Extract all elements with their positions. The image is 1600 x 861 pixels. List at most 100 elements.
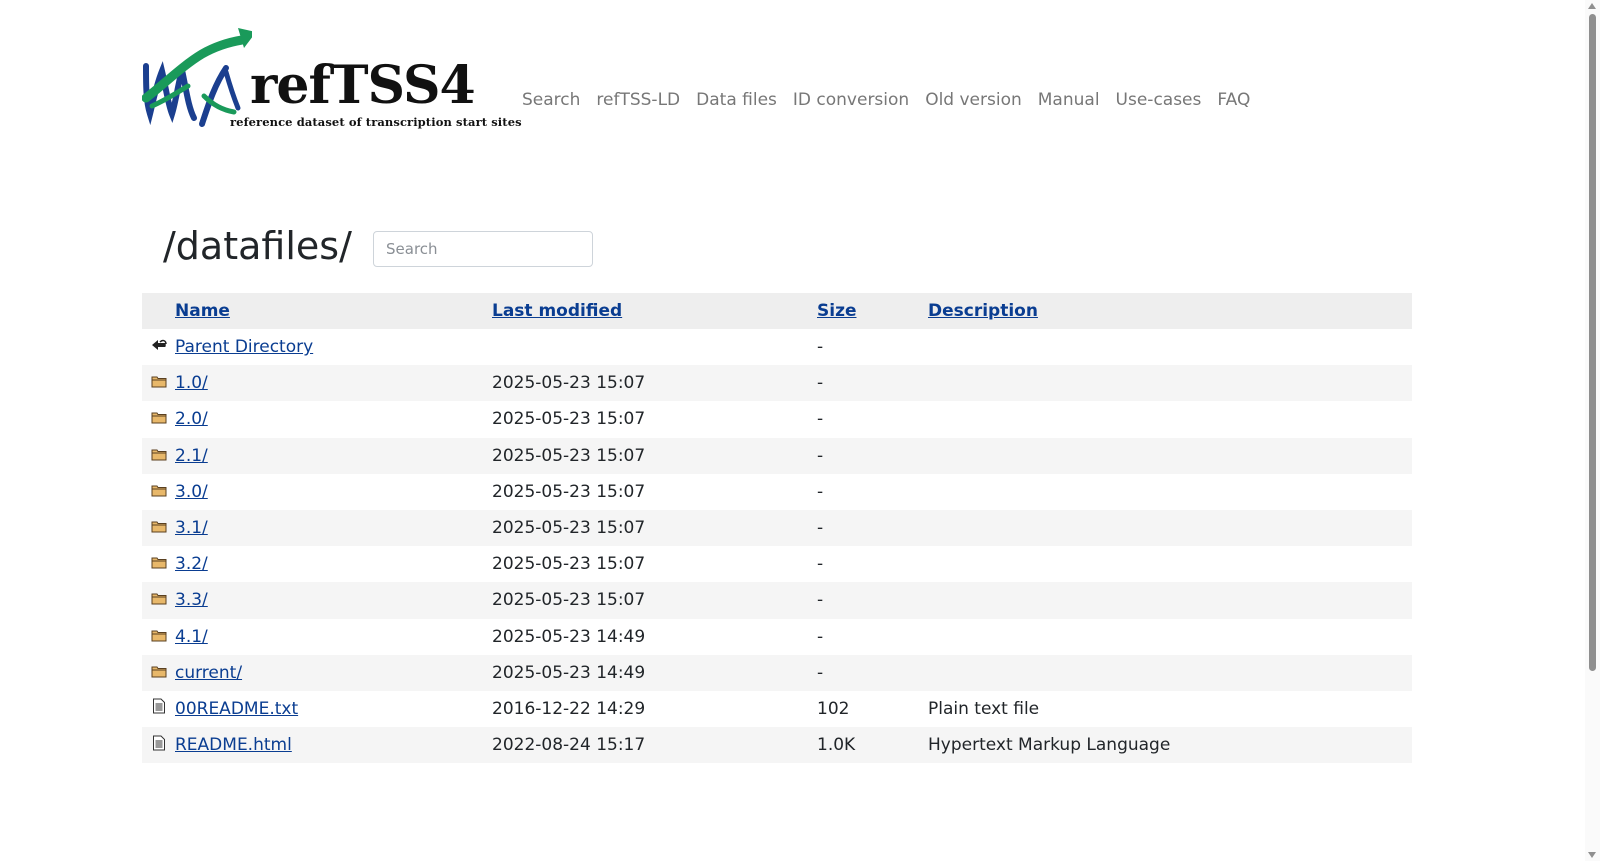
description-column-header[interactable]: Description (928, 293, 1412, 329)
icon-cell (142, 437, 175, 474)
modified-cell: 2025-05-23 15:07 (492, 365, 817, 402)
file-link[interactable]: 3.1/ (175, 518, 208, 538)
file-link[interactable]: 3.3/ (175, 590, 208, 610)
size-cell: - (817, 509, 928, 547)
scroll-up-arrow-icon[interactable] (1588, 3, 1596, 9)
modified-cell: 2025-05-23 15:07 (492, 409, 646, 430)
description-cell (928, 654, 1412, 691)
page-title: /datafiles/ (163, 224, 352, 268)
file-link[interactable]: 2.0/ (175, 409, 208, 429)
size-cell: - (817, 337, 824, 358)
file-link[interactable]: Parent Directory (175, 337, 313, 357)
description-cell (928, 329, 1412, 365)
table-header-row: Name Last modified Size Description (142, 293, 1412, 329)
table-row: 2.1/2025-05-23 15:07- (142, 437, 1412, 474)
scroll-thumb[interactable] (1589, 14, 1596, 671)
description-cell (928, 474, 1412, 510)
sort-by-description-link[interactable]: Description (928, 301, 1038, 321)
size-cell: - (817, 365, 928, 402)
text-file-icon (152, 698, 166, 719)
reftss4-logo[interactable]: refTSS4 reference dataset of transcripti… (142, 26, 522, 134)
nav-link-manual[interactable]: Manual (1038, 90, 1100, 110)
nav-link-data-files[interactable]: Data files (696, 90, 777, 110)
logo-subtitle: reference dataset of transcription start… (230, 115, 522, 129)
search-input[interactable] (373, 231, 593, 267)
file-link[interactable]: 3.0/ (175, 482, 208, 502)
nav-link-reftss-ld[interactable]: refTSS-LD (596, 90, 680, 110)
file-link[interactable]: 2.1/ (175, 446, 208, 466)
icon-cell (142, 329, 175, 365)
description-cell: Plain text file (928, 698, 1040, 719)
size-cell: 1.0K (817, 727, 928, 764)
table-row: 3.1/2025-05-23 15:07- (142, 509, 1412, 547)
name-cell: 3.0/ (175, 474, 492, 510)
sort-by-name-link[interactable]: Name (175, 301, 230, 321)
table-row: Parent Directory - (142, 329, 1412, 365)
modified-cell: 2022-08-24 15:17 (492, 727, 817, 764)
icon-cell (142, 582, 175, 619)
file-link[interactable]: current/ (175, 663, 242, 683)
folder-icon (151, 373, 167, 393)
size-cell: - (817, 626, 824, 647)
modified-cell: 2025-05-23 15:07 (492, 437, 817, 474)
table-row: README.html 2022-08-24 15:17 1.0K Hypertext… (142, 727, 1412, 764)
name-cell: Parent Directory (175, 329, 492, 365)
nav-link-search[interactable]: Search (522, 90, 580, 110)
sort-by-size-link[interactable]: Size (817, 301, 857, 321)
icon-cell (142, 365, 175, 402)
modified-cell: 2016-12-22 14:29 (492, 698, 646, 719)
folder-icon (151, 627, 167, 647)
file-link[interactable]: README.html (175, 735, 292, 755)
modified-cell: 2025-05-23 15:07 (492, 582, 817, 619)
description-cell (928, 582, 1412, 619)
size-cell: - (817, 409, 824, 430)
folder-icon (151, 663, 167, 683)
directory-listing: Name Last modified Size Description Pare… (142, 293, 1412, 764)
modified-column-header[interactable]: Last modified (492, 293, 817, 329)
table-row: current/2025-05-23 14:49- (142, 654, 1412, 691)
modified-cell: 2025-05-23 14:49 (492, 654, 817, 691)
scroll-down-arrow-icon[interactable] (1588, 852, 1596, 858)
name-cell: 4.1/ (175, 619, 492, 655)
icon-cell (142, 654, 175, 691)
file-link[interactable]: 4.1/ (175, 627, 208, 647)
icon-column-header (142, 293, 175, 329)
vertical-scrollbar[interactable] (1585, 0, 1600, 861)
nav-link-id-conversion[interactable]: ID conversion (793, 90, 909, 110)
main-nav: Search refTSS-LD Data files ID conversion Ol… (522, 90, 1266, 110)
icon-cell (142, 509, 175, 547)
nav-link-faq[interactable]: FAQ (1217, 90, 1250, 110)
title-row: /datafiles/ (163, 222, 593, 270)
name-cell: 3.2/ (175, 546, 492, 582)
icon-cell (142, 546, 175, 582)
description-cell (928, 401, 1412, 437)
description-cell (928, 365, 1412, 402)
size-cell: - (817, 481, 824, 502)
table-row: 2.0/2025-05-23 15:07 - (142, 401, 1412, 437)
table-row: 1.0/2025-05-23 15:07- (142, 365, 1412, 402)
description-cell: Hypertext Markup Language (928, 727, 1412, 764)
name-cell: 3.1/ (175, 509, 492, 547)
folder-icon (151, 590, 167, 610)
table-row: 00README.txt 2016-12-22 14:29 102 Plain tex… (142, 691, 1412, 727)
nav-link-use-cases[interactable]: Use-cases (1116, 90, 1202, 110)
icon-cell (142, 619, 175, 655)
description-cell (928, 509, 1412, 547)
nav-link-old-version[interactable]: Old version (925, 90, 1022, 110)
table-row: 3.3/2025-05-23 15:07- (142, 582, 1412, 619)
name-cell: 1.0/ (175, 365, 492, 402)
file-link[interactable]: 3.2/ (175, 554, 208, 574)
file-link[interactable]: 00README.txt (175, 699, 298, 719)
icon-cell (142, 727, 175, 764)
icon-cell (142, 401, 175, 437)
sort-by-modified-link[interactable]: Last modified (492, 301, 622, 321)
size-cell: - (817, 582, 928, 619)
table-row: 4.1/2025-05-23 14:49 - (142, 619, 1412, 655)
name-cell: 00README.txt (175, 691, 492, 727)
size-column-header[interactable]: Size (817, 293, 928, 329)
name-column-header[interactable]: Name (175, 293, 492, 329)
icon-cell (142, 691, 175, 727)
file-link[interactable]: 1.0/ (175, 373, 208, 393)
description-cell (928, 437, 1412, 474)
size-cell: - (817, 654, 928, 691)
